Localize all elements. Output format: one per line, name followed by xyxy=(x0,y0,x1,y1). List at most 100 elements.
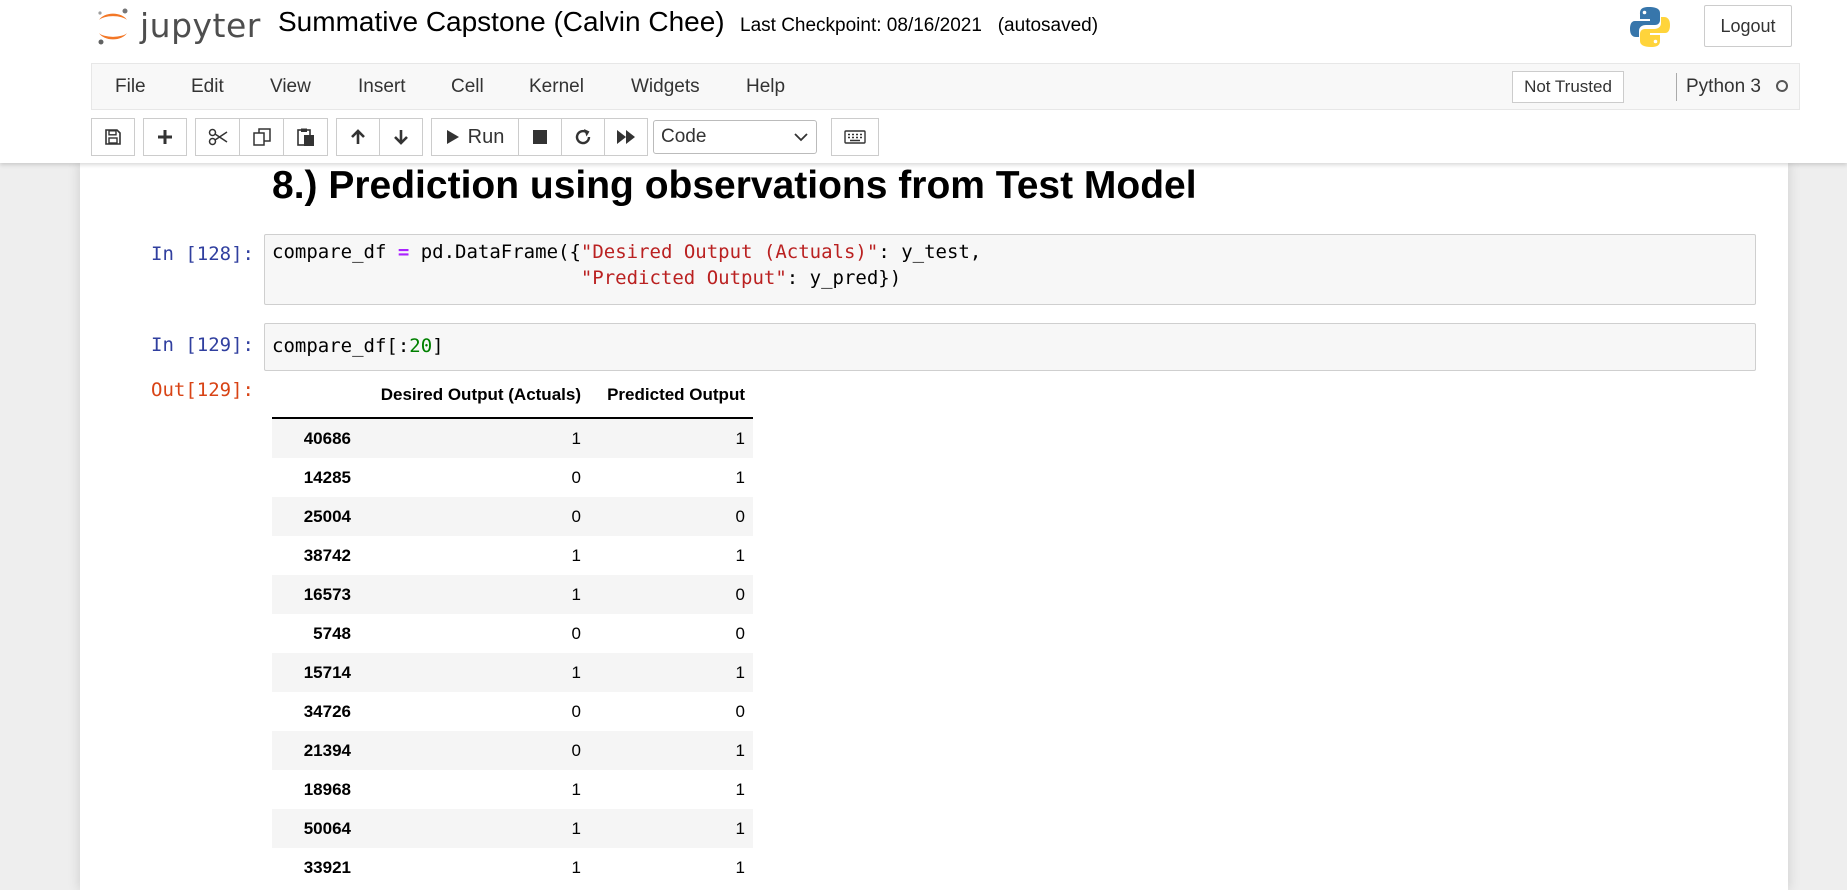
table-row: 25004 0 0 xyxy=(272,497,753,536)
kernel-name[interactable]: Python 3 xyxy=(1686,64,1761,109)
row-index: 18968 xyxy=(303,779,351,799)
code-text: : y_pred}) xyxy=(786,267,902,289)
cell-desired-output: 0 xyxy=(571,506,581,526)
toolbar: Run Code xyxy=(91,118,1091,156)
cell-predicted-output: 1 xyxy=(735,428,745,448)
table-row: 14285 0 1 xyxy=(272,458,753,497)
cell-predicted-output: 1 xyxy=(735,818,745,838)
menu-kernel[interactable]: Kernel xyxy=(529,64,584,109)
dataframe-output: Desired Output (Actuals) Predicted Outpu… xyxy=(272,373,753,887)
play-icon xyxy=(446,130,459,144)
cell-predicted-output: 1 xyxy=(735,545,745,565)
table-row: 34726 0 0 xyxy=(272,692,753,731)
save-icon xyxy=(105,129,121,145)
output-prompt-129: Out[129]: xyxy=(151,379,254,401)
menu-edit[interactable]: Edit xyxy=(191,64,224,109)
menu-help[interactable]: Help xyxy=(746,64,785,109)
cell-desired-output: 1 xyxy=(571,584,581,604)
row-index: 33921 xyxy=(303,857,351,877)
section-heading: 8.) Prediction using observations from T… xyxy=(272,164,1197,207)
menu-file[interactable]: File xyxy=(115,64,146,109)
menu-widgets[interactable]: Widgets xyxy=(631,64,700,109)
menu-insert[interactable]: Insert xyxy=(358,64,406,109)
input-prompt-128: In [128]: xyxy=(151,243,254,265)
jupyter-logo-icon xyxy=(98,8,128,45)
table-row: 40686 1 1 xyxy=(272,418,753,458)
table-header-row: Desired Output (Actuals) Predicted Outpu… xyxy=(272,373,753,419)
checkpoint-status: Last Checkpoint: 08/16/2021 (autosaved) xyxy=(740,15,1099,36)
menu-cell[interactable]: Cell xyxy=(451,64,484,109)
keyboard-icon xyxy=(844,130,866,144)
cell-predicted-output: 1 xyxy=(735,740,745,760)
save-button[interactable] xyxy=(91,118,135,156)
table-row: 38742 1 1 xyxy=(272,536,753,575)
column-header-desired-output: Desired Output (Actuals) xyxy=(359,373,589,419)
stop-icon xyxy=(533,130,547,144)
row-index: 50064 xyxy=(303,818,351,838)
restart-icon xyxy=(575,129,591,145)
restart-kernel-button[interactable] xyxy=(561,118,605,156)
code-cell-129[interactable]: compare_df[:20] xyxy=(264,323,1756,371)
table-row: 33921 1 1 xyxy=(272,848,753,887)
code-text: : y_test, xyxy=(878,241,982,263)
copy-icon xyxy=(252,128,271,146)
row-index: 21394 xyxy=(303,740,351,760)
code-cell-128[interactable]: compare_df = pd.DataFrame({"Desired Outp… xyxy=(264,234,1756,305)
command-palette-button[interactable] xyxy=(831,118,879,156)
code-text: pd.DataFrame({ xyxy=(409,241,581,263)
menu-view[interactable]: View xyxy=(270,64,311,109)
run-button[interactable]: Run xyxy=(431,118,519,156)
input-prompt-129: In [129]: xyxy=(151,334,254,356)
kernel-divider xyxy=(1676,73,1677,101)
cell-predicted-output: 0 xyxy=(735,701,745,721)
cell-predicted-output: 1 xyxy=(735,779,745,799)
cell-desired-output: 0 xyxy=(571,740,581,760)
chevron-down-icon xyxy=(794,133,808,142)
index-column-header xyxy=(272,373,359,419)
row-index: 40686 xyxy=(303,428,351,448)
row-index: 14285 xyxy=(303,467,351,487)
row-index: 25004 xyxy=(303,506,351,526)
plus-icon xyxy=(158,130,172,144)
notebook-title[interactable]: Summative Capstone (Calvin Chee) xyxy=(278,6,725,38)
cell-predicted-output: 0 xyxy=(735,584,745,604)
kernel-idle-indicator-icon xyxy=(1776,80,1788,92)
row-index: 34726 xyxy=(303,701,351,721)
copy-button[interactable] xyxy=(239,118,284,156)
run-label: Run xyxy=(467,125,505,148)
table-row: 5748 0 0 xyxy=(272,614,753,653)
cell-desired-output: 0 xyxy=(571,701,581,721)
cell-predicted-output: 1 xyxy=(735,857,745,877)
code-text: compare_df xyxy=(272,241,398,263)
insert-cell-button[interactable] xyxy=(143,118,187,156)
move-down-button[interactable] xyxy=(379,118,423,156)
cell-type-select[interactable]: Code xyxy=(653,120,817,154)
interrupt-kernel-button[interactable] xyxy=(518,118,562,156)
table-row: 18968 1 1 xyxy=(272,770,753,809)
cell-desired-output: 1 xyxy=(571,428,581,448)
table-row: 15714 1 1 xyxy=(272,653,753,692)
cell-desired-output: 0 xyxy=(571,623,581,643)
table-row: 50064 1 1 xyxy=(272,809,753,848)
logo-text: jupyter xyxy=(140,6,261,45)
move-up-button[interactable] xyxy=(336,118,380,156)
arrow-down-icon xyxy=(394,130,408,145)
cell-type-value: Code xyxy=(661,126,707,147)
cell-predicted-output: 0 xyxy=(735,623,745,643)
code-number: 20 xyxy=(409,335,433,357)
fast-forward-icon xyxy=(617,130,635,144)
row-index: 5748 xyxy=(313,623,351,643)
code-string: "Desired Output (Actuals)" xyxy=(580,241,879,263)
jupyter-logo[interactable]: jupyter xyxy=(96,4,260,48)
cell-desired-output: 1 xyxy=(571,545,581,565)
cut-icon xyxy=(208,128,227,146)
logout-button[interactable]: Logout xyxy=(1704,5,1792,47)
paste-icon xyxy=(296,128,314,146)
header: jupyter Summative Capstone (Calvin Chee)… xyxy=(0,0,1847,163)
restart-run-all-button[interactable] xyxy=(604,118,648,156)
table-body: 40686 1 1 14285 0 1 25004 0 0 38742 1 1 16573 1 0 5748 0… xyxy=(272,418,753,887)
not-trusted-button[interactable]: Not Trusted xyxy=(1512,71,1624,103)
cut-button[interactable] xyxy=(195,118,240,156)
paste-button[interactable] xyxy=(283,118,328,156)
